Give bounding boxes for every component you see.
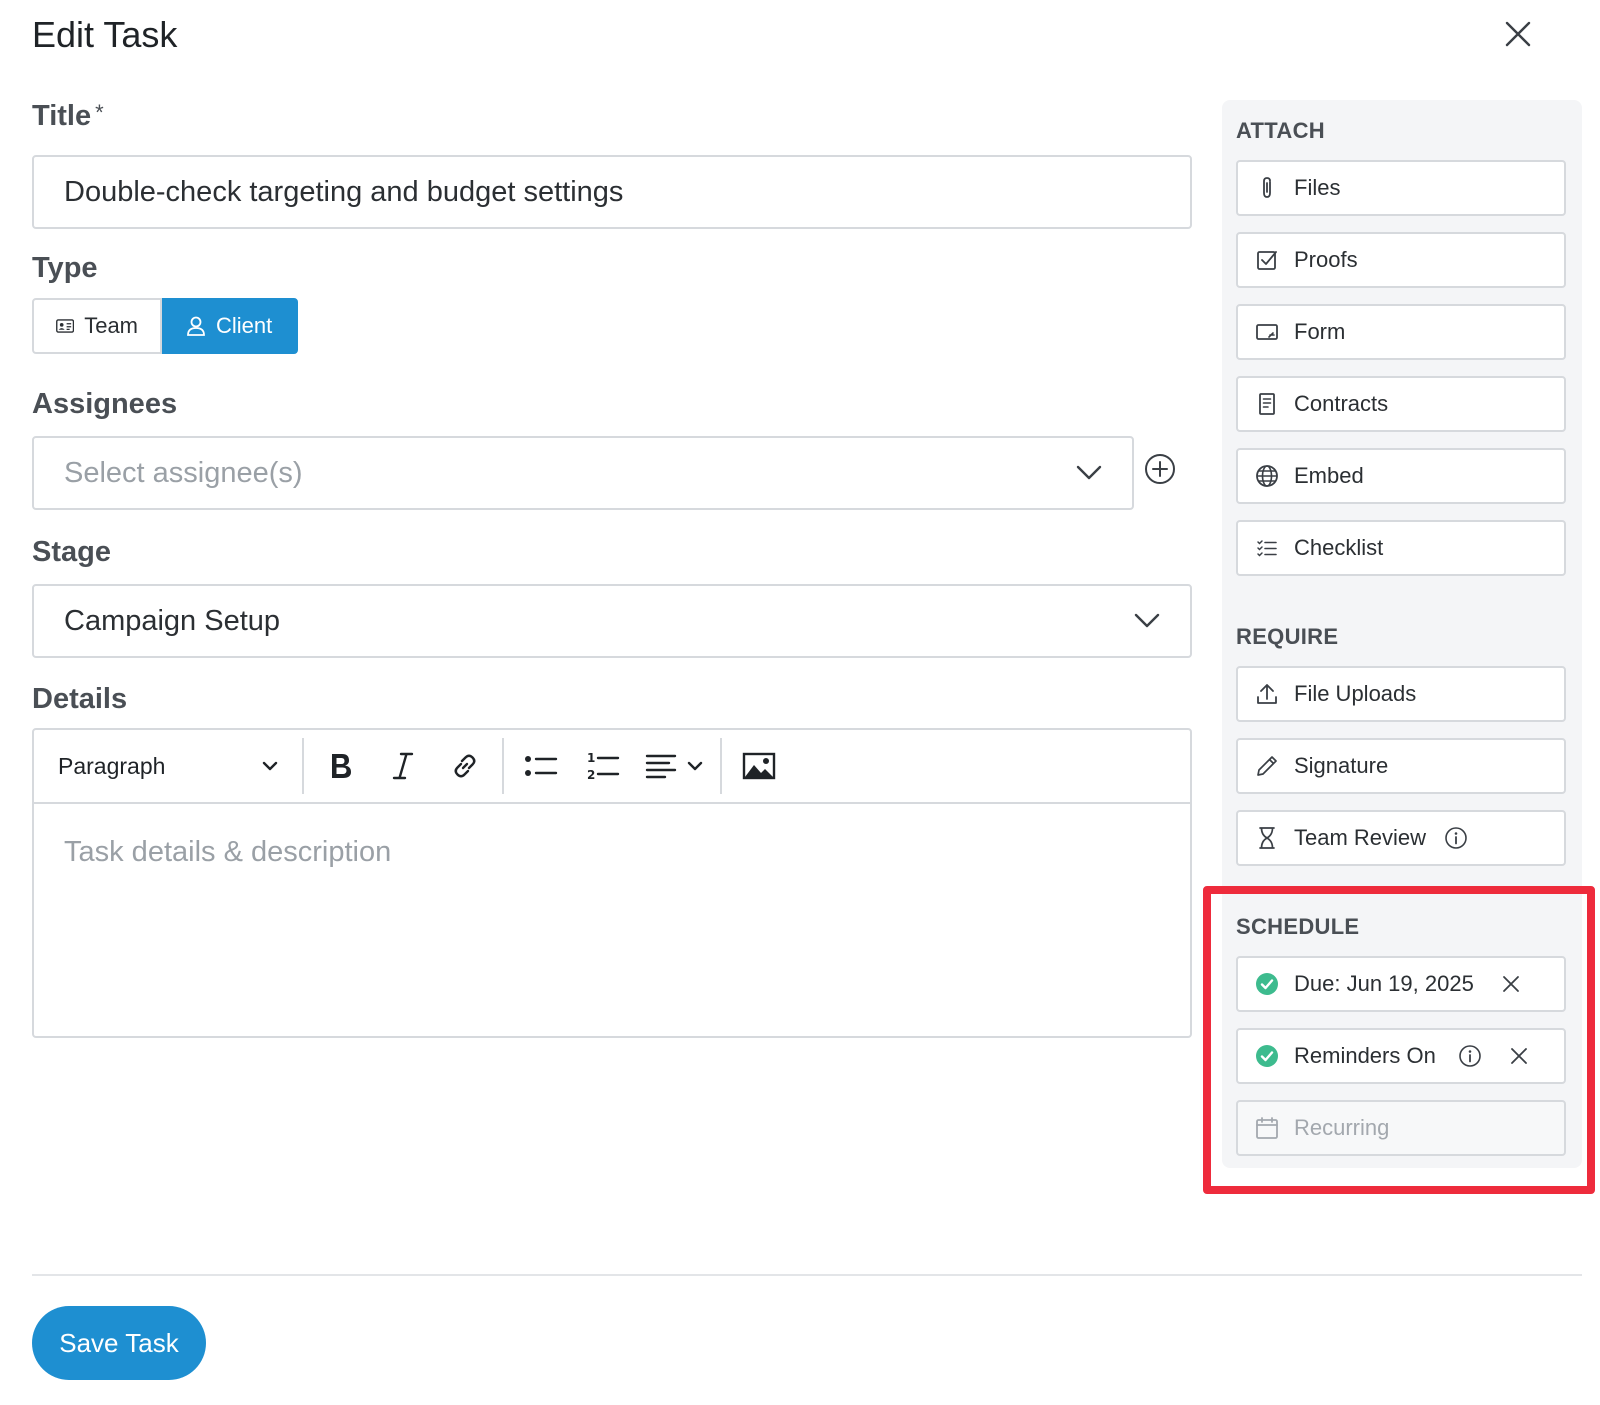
type-team-label: Team xyxy=(84,313,138,338)
check-circle-icon xyxy=(1254,971,1280,997)
require-file-uploads-button[interactable]: File Uploads xyxy=(1236,666,1566,722)
clear-due-date-button[interactable] xyxy=(1502,975,1520,993)
assignees-placeholder: Select assignee(s) xyxy=(64,456,303,489)
save-task-button[interactable]: Save Task xyxy=(32,1306,206,1380)
details-textarea[interactable]: Task details & description xyxy=(34,804,1190,901)
chevron-down-icon xyxy=(687,761,703,771)
id-card-icon xyxy=(56,319,75,333)
modal-title: Edit Task xyxy=(32,14,178,55)
require-team-review-button[interactable]: Team Review xyxy=(1236,810,1566,866)
italic-button[interactable] xyxy=(372,738,434,794)
close-icon xyxy=(1510,1048,1527,1064)
calendar-icon xyxy=(1254,1115,1280,1141)
checklist-icon xyxy=(1254,535,1280,561)
attach-files-button[interactable]: Files xyxy=(1236,160,1566,216)
chevron-down-icon xyxy=(1076,465,1102,480)
title-label: Title * xyxy=(32,100,104,132)
bullet-list-button[interactable] xyxy=(510,738,572,794)
schedule-reminders-button[interactable]: Reminders On xyxy=(1236,1028,1566,1084)
numbered-list-icon: 12 xyxy=(587,751,620,782)
upload-icon xyxy=(1254,681,1280,707)
due-date-label: Due: Jun 19, 2025 xyxy=(1294,971,1474,996)
globe-icon xyxy=(1254,463,1280,489)
files-label: Files xyxy=(1294,175,1341,200)
paperclip-icon xyxy=(1254,175,1280,201)
document-icon xyxy=(1254,391,1280,417)
image-icon xyxy=(742,752,776,780)
file-uploads-label: File Uploads xyxy=(1294,681,1417,706)
checklist-label: Checklist xyxy=(1294,535,1384,560)
bold-button[interactable] xyxy=(310,738,372,794)
type-client-label: Client xyxy=(216,313,273,338)
insert-image-button[interactable] xyxy=(728,738,790,794)
recurring-label: Recurring xyxy=(1294,1115,1390,1140)
info-icon[interactable] xyxy=(1444,826,1468,850)
stage-select[interactable]: Campaign Setup xyxy=(32,584,1192,658)
title-value: Double-check targeting and budget settin… xyxy=(64,175,624,208)
bullet-list-icon xyxy=(525,756,558,776)
hourglass-icon xyxy=(1254,825,1280,851)
checkbox-icon xyxy=(1254,247,1280,273)
close-button[interactable] xyxy=(1500,16,1536,52)
svg-text:1: 1 xyxy=(587,751,595,765)
check-circle-icon xyxy=(1254,1043,1280,1069)
schedule-due-date-button[interactable]: Due: Jun 19, 2025 xyxy=(1236,956,1566,1012)
person-icon xyxy=(187,316,205,336)
title-input[interactable]: Double-check targeting and budget settin… xyxy=(32,155,1192,229)
require-heading: REQUIRE xyxy=(1236,624,1339,649)
attach-embed-button[interactable]: Embed xyxy=(1236,448,1566,504)
info-icon[interactable] xyxy=(1458,1044,1482,1068)
close-icon xyxy=(1502,976,1519,992)
block-format-label: Paragraph xyxy=(58,752,166,779)
details-editor: Paragraph 12 Task details & description xyxy=(32,728,1192,1038)
contracts-label: Contracts xyxy=(1294,391,1389,416)
clear-reminders-button[interactable] xyxy=(1510,1047,1528,1065)
editor-toolbar: Paragraph 12 xyxy=(34,730,1190,804)
schedule-recurring-button[interactable]: Recurring xyxy=(1236,1100,1566,1156)
block-format-select[interactable]: Paragraph xyxy=(34,730,302,802)
link-button[interactable] xyxy=(434,738,496,794)
schedule-heading: SCHEDULE xyxy=(1236,914,1360,939)
details-label: Details xyxy=(32,683,128,715)
details-placeholder: Task details & description xyxy=(64,836,392,868)
type-toggle: Team Client xyxy=(32,298,298,354)
attach-heading: ATTACH xyxy=(1236,118,1325,143)
stage-label: Stage xyxy=(32,536,111,568)
type-label: Type xyxy=(32,252,98,284)
require-signature-button[interactable]: Signature xyxy=(1236,738,1566,794)
link-icon xyxy=(454,754,476,778)
add-assignee-button[interactable] xyxy=(1144,453,1176,485)
team-review-label: Team Review xyxy=(1294,825,1427,850)
pen-icon xyxy=(1254,753,1280,779)
numbered-list-button[interactable]: 12 xyxy=(572,738,634,794)
align-left-icon xyxy=(645,754,677,779)
attach-proofs-button[interactable]: Proofs xyxy=(1236,232,1566,288)
signature-label: Signature xyxy=(1294,753,1389,778)
form-label: Form xyxy=(1294,319,1346,344)
align-button[interactable] xyxy=(634,738,714,794)
stage-value: Campaign Setup xyxy=(64,604,281,637)
italic-icon xyxy=(392,752,414,780)
attach-form-button[interactable]: Form xyxy=(1236,304,1566,360)
form-icon xyxy=(1254,319,1280,345)
type-team-button[interactable]: Team xyxy=(32,298,162,354)
svg-text:2: 2 xyxy=(587,768,595,782)
attach-contracts-button[interactable]: Contracts xyxy=(1236,376,1566,432)
bold-icon xyxy=(332,754,351,778)
chevron-down-icon xyxy=(262,761,278,771)
embed-label: Embed xyxy=(1294,463,1364,488)
proofs-label: Proofs xyxy=(1294,247,1358,272)
chevron-down-icon xyxy=(1134,613,1160,628)
close-icon xyxy=(1505,21,1531,47)
assignees-select[interactable]: Select assignee(s) xyxy=(32,436,1134,510)
reminders-label: Reminders On xyxy=(1294,1043,1436,1068)
footer-divider xyxy=(32,1274,1582,1276)
attach-checklist-button[interactable]: Checklist xyxy=(1236,520,1566,576)
type-client-button[interactable]: Client xyxy=(162,298,298,354)
required-mark: * xyxy=(95,100,104,125)
assignees-label: Assignees xyxy=(32,388,178,420)
